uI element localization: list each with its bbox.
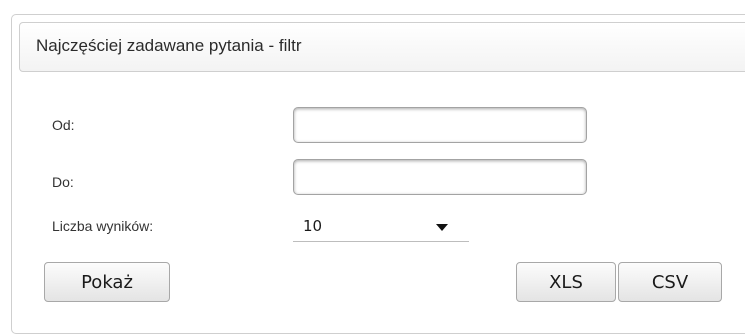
to-label: Do: xyxy=(52,174,74,190)
panel-title: Najczęściej zadawane pytania - filtr xyxy=(36,36,302,55)
results-count-value: 10 xyxy=(303,217,323,235)
from-label: Od: xyxy=(52,117,75,133)
export-xls-button[interactable]: XLS xyxy=(516,262,616,302)
to-date-input[interactable] xyxy=(293,159,587,195)
export-csv-button[interactable]: CSV xyxy=(618,262,722,302)
results-count-select[interactable]: 10 xyxy=(293,212,469,242)
from-date-input[interactable] xyxy=(293,107,587,143)
results-count-label: Liczba wyników: xyxy=(52,218,154,234)
dropdown-arrow-icon xyxy=(436,224,448,231)
show-button[interactable]: Pokaż xyxy=(44,262,170,302)
